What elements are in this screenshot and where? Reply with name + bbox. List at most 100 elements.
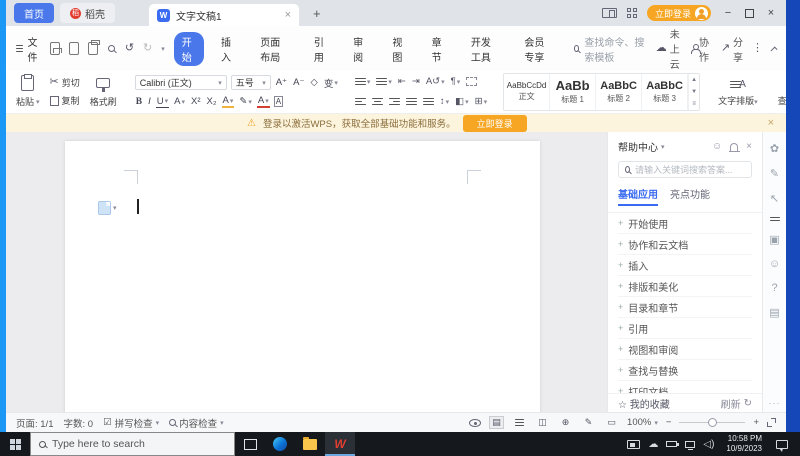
collapse-ribbon-icon[interactable]	[770, 46, 778, 54]
subscript-icon[interactable]: X₂	[206, 96, 218, 107]
close-tab-icon[interactable]: ×	[285, 9, 291, 21]
style-normal[interactable]: AaBbCcDd 正文	[504, 73, 551, 110]
read-view-icon[interactable]: ◫	[535, 416, 550, 429]
help-topic[interactable]: + 排版和美化	[618, 276, 752, 298]
new-tab-button[interactable]: +	[313, 6, 321, 21]
zoom-level[interactable]: 100% ▾	[627, 417, 658, 428]
refresh-button[interactable]: 刷新 ↻	[721, 396, 752, 411]
zoom-slider-handle[interactable]	[708, 418, 718, 427]
fullscreen-icon[interactable]	[767, 418, 776, 427]
minimize-button[interactable]: −	[721, 7, 735, 19]
shrink-font-button[interactable]: A⁻	[292, 77, 305, 88]
export-icon[interactable]	[68, 42, 79, 55]
tab-section[interactable]: 章节	[424, 32, 454, 66]
help-topic[interactable]: + 开始使用	[618, 213, 752, 235]
copy-button[interactable]: 复制	[49, 93, 80, 107]
line-spacing-icon[interactable]: ↕ ▾	[440, 96, 449, 107]
help-topic[interactable]: + 插入	[618, 255, 752, 277]
highlight-color-icon[interactable]: A ▾	[221, 95, 235, 108]
help-panel-title[interactable]: 帮助中心	[618, 139, 658, 154]
tab-home[interactable]: 首页	[14, 3, 54, 23]
cut-button[interactable]: ✂ 剪切	[50, 76, 80, 89]
spell-check-button[interactable]: ☑ 拼写检查 ▾	[103, 416, 159, 430]
help-panel-close-icon[interactable]: ×	[746, 141, 752, 152]
apps-grid-icon[interactable]	[626, 8, 637, 18]
select-pointer-icon[interactable]: ↖	[770, 192, 779, 205]
styles-more-icon[interactable]: ≡	[692, 101, 696, 107]
text-tool-button[interactable]: A 文字排版▾	[716, 73, 760, 110]
news-widget-icon[interactable]	[627, 439, 641, 449]
text-direction-icon[interactable]: A↺ ▾	[426, 76, 445, 87]
redo-icon[interactable]: ↻	[143, 43, 152, 54]
clock[interactable]: 10:58 PM 10/9/2023	[722, 434, 766, 454]
increase-indent-icon[interactable]: ⇥	[412, 76, 420, 87]
wps-app-button[interactable]: W	[325, 432, 355, 456]
clear-format-icon[interactable]: ◇	[310, 77, 319, 88]
volume-icon[interactable]: ◁)	[703, 439, 714, 450]
tab-start[interactable]: 开始	[173, 31, 205, 66]
font-color-icon[interactable]: A ▾	[256, 95, 270, 108]
word-count[interactable]: 字数: 0	[64, 416, 94, 430]
tab-view[interactable]: 视图	[384, 32, 414, 66]
tab-dev-tools[interactable]: 开发工具	[463, 32, 508, 66]
command-search[interactable]: 查找命令、搜索模板	[573, 34, 647, 64]
styles-scroll[interactable]: ▲ ▼ ≡	[688, 73, 699, 110]
eye-protect-icon[interactable]	[469, 418, 482, 427]
maximize-button[interactable]	[745, 8, 754, 18]
tab-layout-icon[interactable]	[601, 8, 617, 18]
ink-pen-icon[interactable]: ✎	[770, 167, 779, 180]
tab-page-layout[interactable]: 页面布局	[252, 32, 297, 66]
document-area[interactable]: ▾	[6, 132, 607, 412]
undo-icon[interactable]: ↺	[125, 43, 134, 54]
fit-page-icon[interactable]: ▭	[604, 416, 619, 429]
strikethrough-icon[interactable]: A ▾	[173, 96, 186, 107]
help-topic[interactable]: + 协作和云文档	[618, 234, 752, 256]
paragraph-mark-icon[interactable]: ¶ ▾	[451, 76, 461, 87]
style-heading1[interactable]: AaBb 标题 1	[550, 73, 597, 110]
zoom-slider[interactable]	[679, 418, 746, 427]
more-tools-icon[interactable]: ···	[769, 398, 781, 408]
notice-close-icon[interactable]: ×	[768, 117, 774, 129]
battery-icon[interactable]	[666, 441, 680, 447]
decrease-indent-icon[interactable]: ⇤	[398, 76, 406, 87]
find-icon[interactable]	[107, 42, 116, 55]
help-tab-basic[interactable]: 基础应用	[618, 186, 658, 207]
more-menu-icon[interactable]: ⋮	[752, 43, 763, 54]
tab-insert[interactable]: 插入	[213, 32, 243, 66]
numbered-list-icon[interactable]: ▾	[376, 78, 392, 86]
quickbar-caret-icon[interactable]: ▾	[161, 45, 165, 53]
style-heading2[interactable]: AaBbC 标题 2	[596, 73, 643, 110]
text-effect-icon[interactable]: 变 ▾	[323, 76, 339, 90]
document-page[interactable]: ▾	[65, 141, 540, 412]
align-left-icon[interactable]	[354, 98, 366, 105]
login-button[interactable]: 立即登录	[646, 5, 711, 21]
pen-color-icon[interactable]: ✎ ▾	[238, 96, 252, 107]
help-search-input[interactable]	[635, 164, 745, 175]
file-explorer-button[interactable]	[295, 432, 325, 456]
content-check-button[interactable]: 内容检查 ▾	[169, 416, 224, 430]
format-painter-button[interactable]: 格式刷	[88, 73, 119, 110]
adjust-icon[interactable]	[769, 217, 780, 221]
superscript-icon[interactable]: X²	[190, 96, 202, 107]
find-replace-button[interactable]: 查找替换▾	[776, 73, 786, 110]
outline-view-icon[interactable]	[512, 416, 527, 429]
notice-login-button[interactable]: 立即登录	[462, 114, 527, 132]
frame-icon[interactable]	[466, 77, 478, 86]
font-size-select[interactable]: 五号 ▾	[230, 75, 271, 90]
page-view-icon[interactable]: ▤	[489, 416, 505, 429]
taskbar-search[interactable]	[30, 432, 235, 456]
tab-docer[interactable]: 稻 稻壳	[60, 3, 115, 23]
scroll-down-icon[interactable]: ▼	[691, 89, 697, 95]
cloud-status[interactable]: ☁ 未上云	[656, 26, 682, 71]
shading-icon[interactable]: ◧ ▾	[455, 96, 469, 107]
borders-icon[interactable]: ⊞ ▾	[475, 96, 487, 107]
align-center-icon[interactable]	[371, 98, 383, 105]
help-topic[interactable]: + 视图和审阅	[618, 339, 752, 361]
style-heading3[interactable]: AaBbC 标题 3	[642, 73, 689, 110]
tab-references[interactable]: 引用	[306, 32, 336, 66]
close-window-button[interactable]: ×	[764, 7, 778, 19]
help-topic[interactable]: + 查找与替换	[618, 360, 752, 382]
grow-font-button[interactable]: A⁺	[275, 77, 288, 88]
scroll-up-icon[interactable]: ▲	[691, 77, 697, 83]
tab-member[interactable]: 会员专享	[516, 32, 561, 66]
